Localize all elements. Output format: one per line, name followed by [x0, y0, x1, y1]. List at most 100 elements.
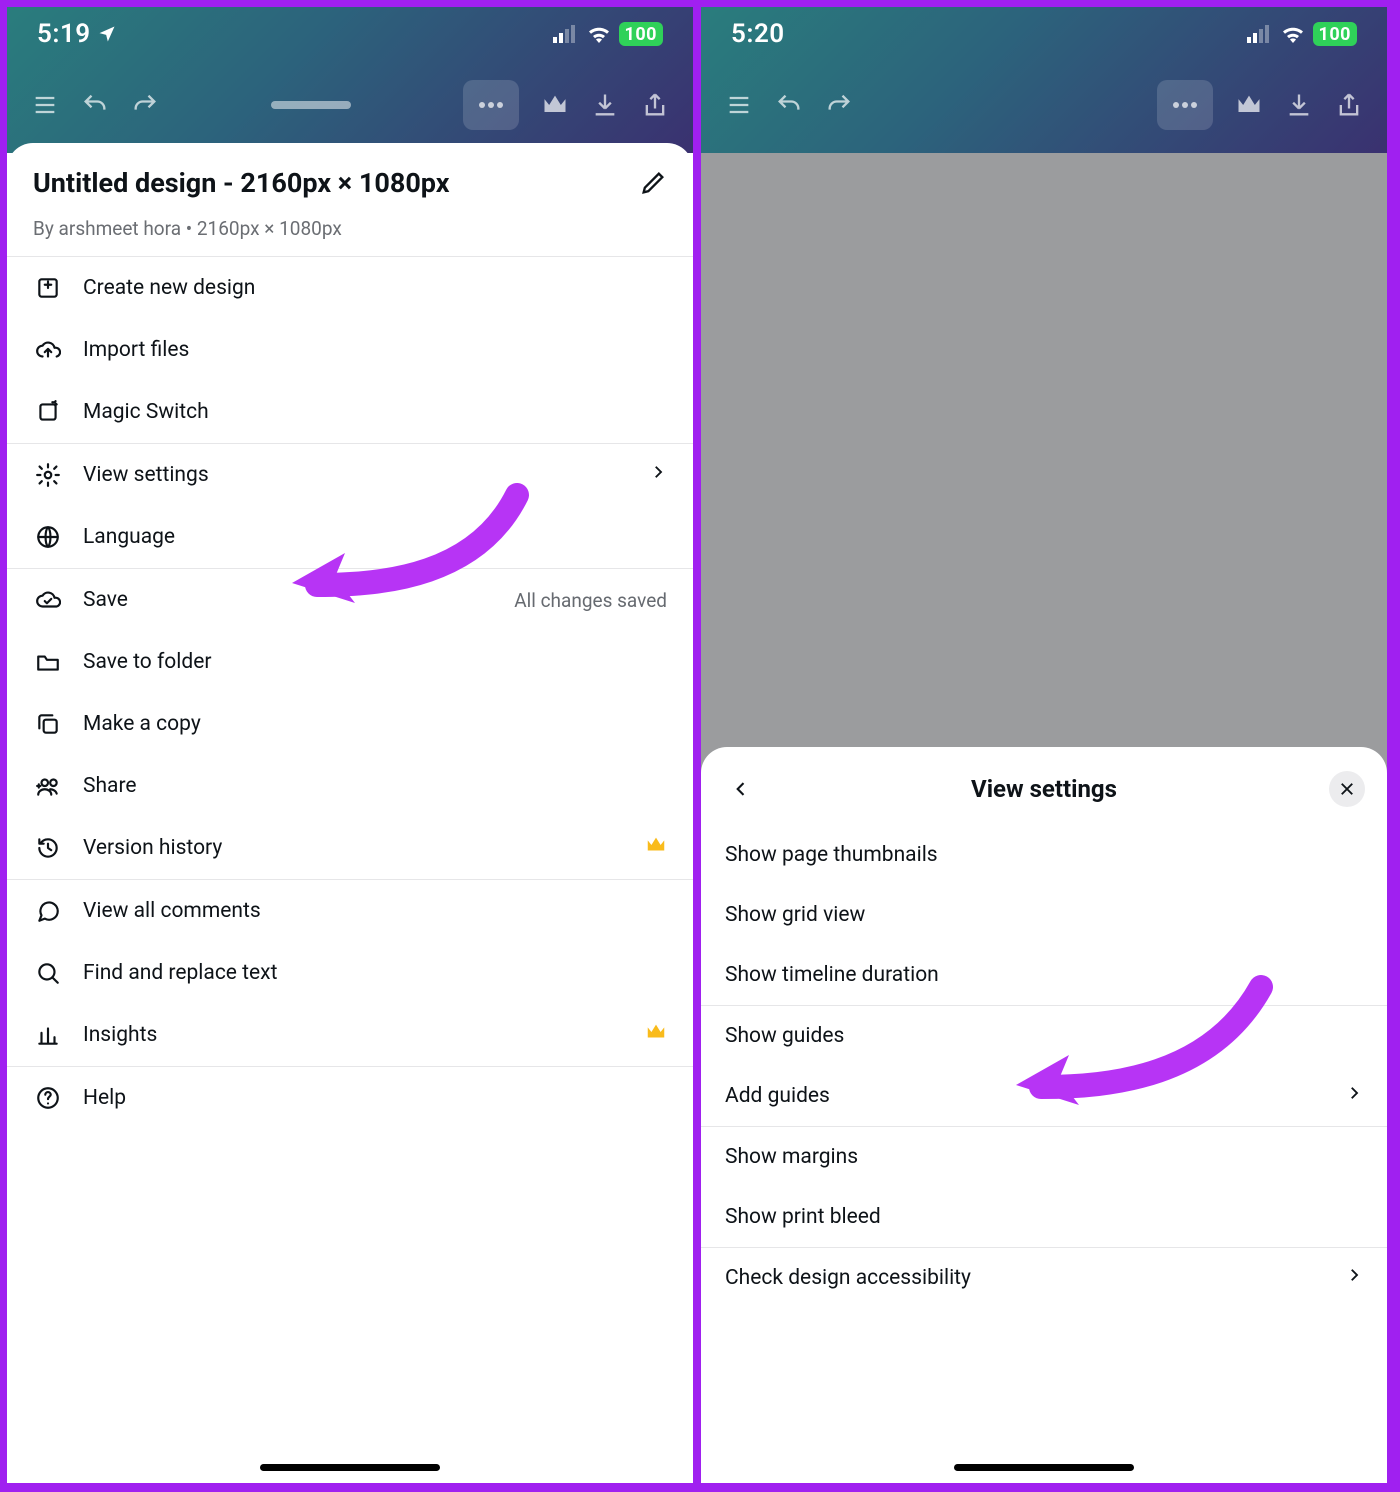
- download-icon[interactable]: [1285, 91, 1313, 119]
- view-setting-add-guides[interactable]: Add guides: [701, 1066, 1387, 1126]
- chevron-right-icon: [649, 463, 667, 487]
- redo-icon[interactable]: [131, 91, 159, 119]
- menu-item-label: Magic Switch: [83, 400, 667, 424]
- crown-icon[interactable]: [541, 91, 569, 119]
- status-bar: 5:20 100: [701, 7, 1387, 49]
- menu-item-label: Create new design: [83, 276, 667, 300]
- home-indicator: [954, 1464, 1134, 1471]
- gear-icon: [33, 460, 63, 490]
- menu-item-label: Make a copy: [83, 712, 667, 736]
- status-bar: 5:19 100: [7, 7, 693, 49]
- view-setting-label: Show print bleed: [725, 1205, 1363, 1229]
- chevron-right-icon: [1345, 1266, 1363, 1290]
- menu-item-view-all-comments[interactable]: View all comments: [7, 880, 693, 942]
- menu-item-import-files[interactable]: Import files: [7, 319, 693, 381]
- editor-toolbar: [701, 67, 1387, 143]
- menu-item-label: Share: [83, 774, 667, 798]
- menu-icon[interactable]: [725, 91, 753, 119]
- view-setting-show-grid-view[interactable]: Show grid view: [701, 885, 1387, 945]
- cellular-icon: [553, 25, 579, 43]
- pencil-icon[interactable]: [639, 169, 667, 197]
- help-icon: [33, 1083, 63, 1113]
- undo-icon[interactable]: [81, 91, 109, 119]
- comment-icon: [33, 896, 63, 926]
- more-options-button[interactable]: [1157, 80, 1213, 130]
- search-icon: [33, 958, 63, 988]
- chevron-left-icon: [731, 779, 751, 799]
- close-button[interactable]: [1329, 771, 1365, 807]
- status-time: 5:19: [37, 19, 91, 49]
- phone-left-screenshot: 5:19 100 Untitled design - 2160px × 1080…: [0, 0, 697, 1490]
- menu-item-help[interactable]: Help: [7, 1067, 693, 1129]
- menu-item-find-replace[interactable]: Find and replace text: [7, 942, 693, 1004]
- canvas-dimmed: View settings Show page thumbnails Show g…: [701, 153, 1387, 1483]
- create-icon: [33, 273, 63, 303]
- view-setting-show-print-bleed[interactable]: Show print bleed: [701, 1187, 1387, 1247]
- view-setting-show-margins[interactable]: Show margins: [701, 1127, 1387, 1187]
- menu-item-save-to-folder[interactable]: Save to folder: [7, 631, 693, 693]
- menu-item-magic-switch[interactable]: Magic Switch: [7, 381, 693, 443]
- view-setting-label: Show page thumbnails: [725, 843, 1363, 867]
- menu-item-label: Version history: [83, 836, 625, 860]
- menu-item-view-settings[interactable]: View settings: [7, 444, 693, 506]
- battery-indicator: 100: [1313, 22, 1357, 46]
- menu-item-label: Find and replace text: [83, 961, 667, 985]
- undo-icon[interactable]: [775, 91, 803, 119]
- menu-item-save[interactable]: Save All changes saved: [7, 569, 693, 631]
- battery-indicator: 100: [619, 22, 663, 46]
- crown-icon[interactable]: [1235, 91, 1263, 119]
- view-setting-label: Check design accessibility: [725, 1266, 1345, 1290]
- menu-item-label: View all comments: [83, 899, 667, 923]
- menu-item-language[interactable]: Language: [7, 506, 693, 568]
- app-header: 5:20 100: [701, 7, 1387, 153]
- wifi-icon: [1281, 25, 1305, 43]
- close-icon: [1338, 780, 1356, 798]
- share-up-icon[interactable]: [1335, 91, 1363, 119]
- home-indicator: [260, 1464, 440, 1471]
- view-setting-label: Show timeline duration: [725, 963, 1363, 987]
- view-setting-show-guides[interactable]: Show guides: [701, 1006, 1387, 1066]
- menu-item-share[interactable]: Share: [7, 755, 693, 817]
- design-subtitle: By arshmeet hora • 2160px × 1080px: [7, 217, 693, 256]
- download-icon[interactable]: [591, 91, 619, 119]
- wifi-icon: [587, 25, 611, 43]
- menu-item-label: Import files: [83, 338, 667, 362]
- menu-item-insights[interactable]: Insights: [7, 1004, 693, 1066]
- history-icon: [33, 833, 63, 863]
- cellular-icon: [1247, 25, 1273, 43]
- location-arrow-icon: [97, 24, 117, 44]
- sheet-title: View settings: [759, 775, 1329, 803]
- cloud-up-icon: [33, 335, 63, 365]
- menu-item-version-history[interactable]: Version history: [7, 817, 693, 879]
- menu-item-make-a-copy[interactable]: Make a copy: [7, 693, 693, 755]
- menu-item-label: Save to folder: [83, 650, 667, 674]
- design-title: Untitled design - 2160px × 1080px: [33, 167, 623, 199]
- chevron-right-icon: [1345, 1084, 1363, 1108]
- menu-icon[interactable]: [31, 91, 59, 119]
- view-setting-label: Add guides: [725, 1084, 1345, 1108]
- redo-icon[interactable]: [825, 91, 853, 119]
- editor-toolbar: [7, 67, 693, 143]
- magic-icon: [33, 397, 63, 427]
- phone-right-screenshot: 5:20 100 View setting: [697, 0, 1394, 1490]
- chart-icon: [33, 1020, 63, 1050]
- share-up-icon[interactable]: [641, 91, 669, 119]
- menu-item-label: Insights: [83, 1023, 625, 1047]
- app-header: 5:19 100: [7, 7, 693, 153]
- drag-handle[interactable]: [271, 101, 351, 109]
- view-settings-sheet: View settings Show page thumbnails Show g…: [701, 747, 1387, 1483]
- view-setting-show-page-thumbnails[interactable]: Show page thumbnails: [701, 825, 1387, 885]
- copy-icon: [33, 709, 63, 739]
- globe-icon: [33, 522, 63, 552]
- share-people-icon: [33, 771, 63, 801]
- more-options-button[interactable]: [463, 80, 519, 130]
- menu-item-create-new-design[interactable]: Create new design: [7, 257, 693, 319]
- view-setting-show-timeline-duration[interactable]: Show timeline duration: [701, 945, 1387, 1005]
- cloud-check-icon: [33, 585, 63, 615]
- crown-icon: [645, 1021, 667, 1049]
- menu-item-label: Help: [83, 1086, 667, 1110]
- folder-icon: [33, 647, 63, 677]
- menu-trailing-text: All changes saved: [514, 589, 667, 612]
- view-setting-check-accessibility[interactable]: Check design accessibility: [701, 1248, 1387, 1308]
- back-button[interactable]: [723, 771, 759, 807]
